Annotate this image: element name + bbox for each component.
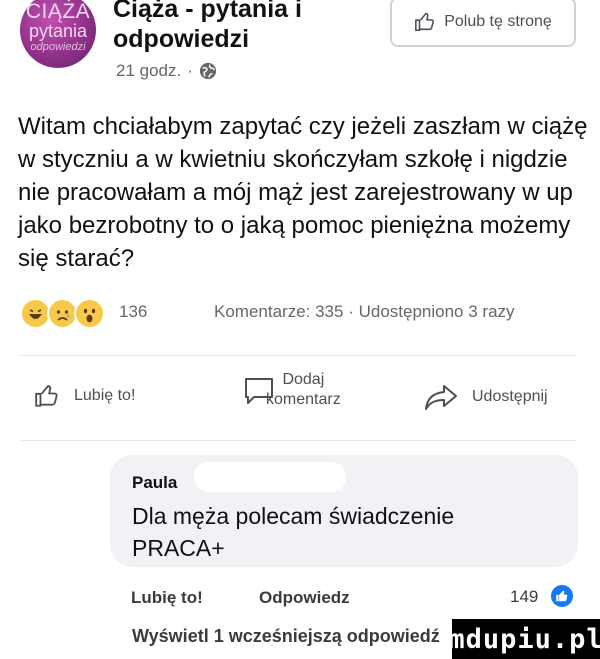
like-label: Lubię to!: [74, 387, 136, 404]
post-meta: 21 godz. ·: [116, 61, 217, 81]
follow-page-button[interactable]: Polub tę stronę: [390, 0, 576, 47]
comments-count[interactable]: Komentarze: 335: [214, 302, 343, 321]
wow-reaction-icon: [74, 298, 105, 329]
reactions-summary[interactable]: [20, 298, 105, 329]
comment-text: Dla męża polecam świadczenie PRACA+: [132, 503, 455, 561]
thumbs-up-outline-icon: [415, 12, 435, 32]
comment-reply-button[interactable]: Odpowiedz: [259, 588, 350, 608]
avatar-text-line1: CIĄŻA: [25, 0, 91, 23]
comment-likes-count[interactable]: 149: [510, 587, 538, 607]
separator-dot: ·: [187, 61, 193, 80]
divider: [20, 355, 576, 356]
share-button[interactable]: Udostępnij: [424, 383, 548, 411]
post-stats: Komentarze: 335 · Udostępniono 3 razy: [214, 302, 515, 322]
globe-icon: [199, 62, 217, 80]
reactions-count[interactable]: 136: [119, 302, 147, 322]
page-avatar[interactable]: CIĄŻA pytania odpowiedzi: [20, 0, 96, 68]
share-arrow-icon: [425, 385, 457, 410]
follow-page-label: Polub tę stronę: [444, 13, 552, 30]
avatar-text-line2: pytania: [28, 21, 88, 41]
page-name-line1[interactable]: Ciąża - pytania i: [113, 0, 383, 24]
separator-dot: ·: [348, 302, 359, 321]
comment-label: Dodaj komentarz: [266, 370, 341, 410]
thumbs-up-outline-icon: [35, 385, 58, 407]
view-previous-replies-link[interactable]: Wyświetl 1 wcześniejszą odpowiedź: [132, 626, 440, 647]
comment-label-line2: komentarz: [266, 391, 341, 408]
thumbs-up-icon: [556, 590, 568, 602]
like-badge-icon: [549, 583, 575, 609]
page-name-line2[interactable]: odpowiedzi: [113, 24, 383, 54]
comment-button[interactable]: Dodaj komentarz: [242, 370, 341, 410]
post-text: Witam chciałabym zapytać czy jeżeli zasz…: [18, 113, 588, 272]
comment-author[interactable]: Paula: [132, 473, 177, 493]
like-button[interactable]: Lubię to!: [34, 383, 135, 409]
divider: [20, 440, 576, 441]
shares-count[interactable]: Udostępniono 3 razy: [359, 302, 515, 321]
redacted-name-block: [194, 462, 346, 492]
comment-label-line1: Dodaj: [282, 371, 325, 388]
share-label: Udostępnij: [472, 388, 548, 405]
post-timestamp[interactable]: 21 godz.: [116, 61, 181, 81]
watermark-logo: mdupiu.pl: [448, 619, 600, 659]
comment-like-button[interactable]: Lubię to!: [131, 588, 203, 608]
avatar-text-line3: odpowiedzi: [30, 41, 86, 53]
page-name[interactable]: Ciąża - pytania i odpowiedzi: [113, 0, 383, 54]
